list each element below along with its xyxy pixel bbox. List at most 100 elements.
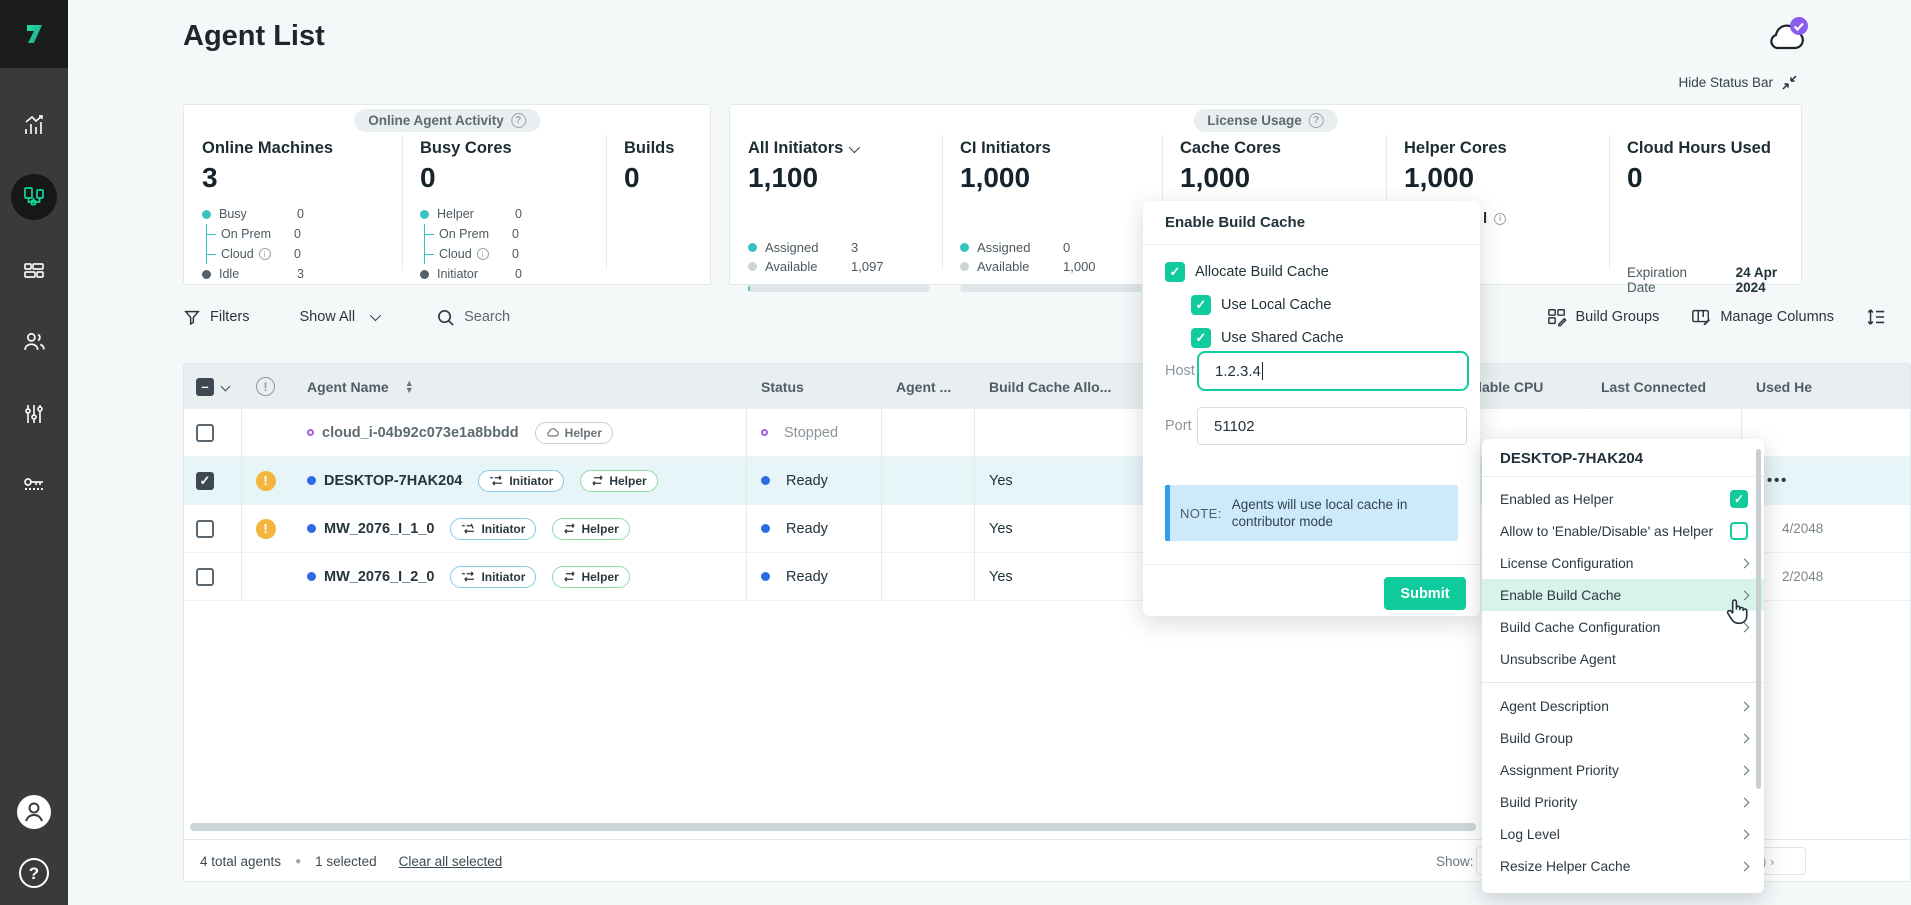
account-icon[interactable] [0, 788, 68, 836]
cloud-hours-metric: Cloud Hours Used 0 Expiration Date 24 Ap… [1609, 105, 1803, 284]
note-text: Agents will use local cache in contribut… [1232, 496, 1442, 530]
online-activity-card: Online Agent Activity ? Online Machines … [183, 104, 711, 285]
row-actions-button[interactable]: ••• [1767, 457, 1788, 505]
menu-item-assignment-priority[interactable]: Assignment Priority [1482, 754, 1764, 786]
filters-button[interactable]: Filters [183, 308, 249, 326]
users-icon[interactable] [0, 317, 68, 365]
all-initiators-value: 1,100 [748, 162, 942, 194]
menu-item-unsubscribe-agent[interactable]: Unsubscribe Agent [1482, 643, 1764, 675]
all-initiators-metric: All Initiators 1,100 Assigned3 Available… [730, 105, 942, 284]
note-label: NOTE: [1180, 506, 1222, 521]
build-groups-button[interactable]: Build Groups [1547, 307, 1660, 327]
menu-item-allow-enable-disable[interactable]: Allow to 'Enable/Disable' as Helper [1482, 515, 1764, 547]
chevron-right-icon [1740, 861, 1750, 871]
header-used-helper[interactable]: Used He [1741, 364, 1911, 409]
warning-icon: ! [256, 519, 276, 539]
chevron-right-icon [1740, 733, 1750, 743]
swap-icon [461, 523, 476, 534]
menu-item-license-configuration[interactable]: License Configuration [1482, 547, 1764, 579]
sort-icon: ▲▼ [405, 380, 414, 394]
ci-initiators-progress [960, 285, 1142, 292]
allocate-build-cache-checkbox[interactable]: ✓Allocate Build Cache [1165, 262, 1329, 282]
ci-initiators-metric: CI Initiators 1,000 Assigned0 Available1… [942, 105, 1162, 284]
menu-item-agent-description[interactable]: Agent Description [1482, 690, 1764, 722]
online-machines-value: 3 [202, 162, 402, 194]
all-initiators-progress [748, 285, 930, 292]
hand-cursor-icon [1722, 596, 1754, 628]
used-helper-fragment: 2/2048 [1756, 569, 1823, 584]
settings-icon[interactable] [0, 390, 68, 438]
row-checkbox[interactable] [196, 520, 214, 538]
agent-name: cloud_i-04b92c073e1a8bbdd [322, 425, 519, 441]
cloud-hours-value: 0 [1627, 162, 1803, 194]
manage-columns-icon [1691, 307, 1711, 327]
menu-scrollbar[interactable] [1756, 449, 1761, 789]
host-label: Host [1165, 363, 1195, 379]
show-label: Show: [1436, 854, 1474, 869]
agent-context-menu: DESKTOP-7HAK204 Enabled as Helper✓ Allow… [1482, 439, 1764, 893]
license-key-icon[interactable] [0, 461, 68, 509]
manage-columns-button[interactable]: Manage Columns [1691, 307, 1834, 327]
port-input[interactable]: 51102 [1197, 407, 1467, 445]
agents-icon[interactable] [0, 173, 68, 221]
checkbox-checked-icon: ✓ [1730, 490, 1748, 508]
chevron-down-icon [370, 310, 381, 321]
helper-badge: Helper [580, 470, 657, 492]
used-helper-fragment: 4/2048 [1756, 521, 1823, 536]
row-checkbox[interactable]: ✓ [196, 472, 214, 490]
collapse-icon [1781, 74, 1798, 91]
help-icon[interactable]: ? [0, 849, 68, 897]
incredibuild-logo[interactable] [0, 0, 68, 68]
search-input[interactable]: Search [436, 308, 510, 327]
use-local-cache-checkbox[interactable]: ✓Use Local Cache [1191, 295, 1331, 315]
row-checkbox[interactable] [196, 424, 214, 442]
alert-column-icon: ! [256, 377, 275, 396]
pool-label-fragment: l i [1483, 210, 1506, 227]
menu-item-build-priority[interactable]: Build Priority [1482, 786, 1764, 818]
total-agents: 4 total agents [200, 854, 281, 869]
row-height-icon[interactable] [1866, 307, 1886, 327]
status-text: Stopped [784, 425, 838, 441]
analytics-icon[interactable] [0, 101, 68, 149]
context-menu-title: DESKTOP-7HAK204 [1482, 439, 1764, 477]
submit-button[interactable]: Submit [1384, 577, 1466, 610]
chevron-down-icon[interactable] [849, 142, 860, 153]
menu-item-build-group[interactable]: Build Group [1482, 722, 1764, 754]
header-status[interactable]: Status [746, 364, 881, 409]
clear-selected-link[interactable]: Clear all selected [399, 854, 503, 869]
table-toolbar: Filters Show All Search Build Groups [183, 297, 1886, 337]
busy-cores-value: 0 [420, 162, 606, 194]
use-shared-cache-checkbox[interactable]: ✓Use Shared Cache [1191, 328, 1344, 348]
select-menu-chevron-icon[interactable] [221, 382, 231, 392]
header-agent-name[interactable]: Agent Name ▲▼ [289, 364, 746, 409]
show-all-dropdown[interactable]: Show All [299, 309, 378, 325]
note-banner: NOTE: Agents will use local cache in con… [1165, 485, 1458, 541]
horizontal-scrollbar[interactable] [190, 823, 1476, 831]
builds-icon[interactable] [0, 247, 68, 295]
select-all-checkbox[interactable]: – [196, 378, 214, 396]
menu-item-resize-helper-cache[interactable]: Resize Helper Cache [1482, 850, 1764, 882]
agent-dot-icon [307, 572, 316, 581]
helper-badge: Helper [552, 566, 629, 588]
menu-item-enabled-as-helper[interactable]: Enabled as Helper✓ [1482, 483, 1764, 515]
agent-dot-icon [307, 476, 316, 485]
hide-status-bar-button[interactable]: Hide Status Bar [1678, 74, 1798, 91]
helper-badge: Helper [535, 422, 613, 444]
swap-icon [563, 571, 576, 582]
swap-icon [489, 475, 504, 486]
menu-item-log-level[interactable]: Log Level [1482, 818, 1764, 850]
chevron-right-icon [1740, 701, 1750, 711]
header-last-connected[interactable]: Last Connected [1586, 364, 1741, 409]
filter-icon [183, 308, 201, 326]
agent-dot-icon [307, 429, 314, 436]
info-icon: i [259, 248, 271, 260]
status-dot-icon [761, 476, 770, 485]
cloud-status-icon[interactable] [1763, 14, 1813, 60]
chevron-right-icon [1740, 829, 1750, 839]
agent-name: MW_2076_I_2_0 [324, 569, 434, 585]
header-agent[interactable]: Agent ... [881, 364, 974, 409]
agent-name: MW_2076_I_1_0 [324, 521, 434, 537]
row-checkbox[interactable] [196, 568, 214, 586]
host-input[interactable]: 1.2.3.4 [1197, 351, 1469, 391]
header-build-cache[interactable]: Build Cache Allo... [974, 364, 1146, 409]
